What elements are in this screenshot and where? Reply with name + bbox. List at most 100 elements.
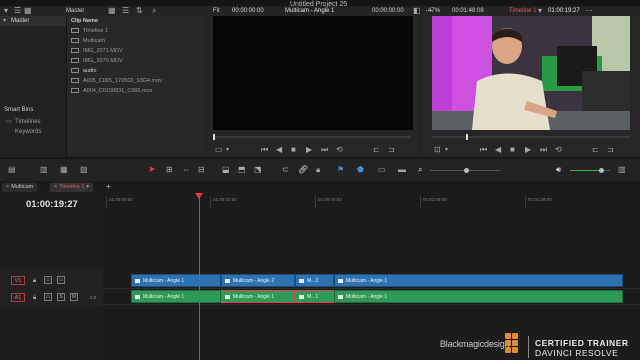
list-item[interactable]: Timeline 1 xyxy=(71,26,108,35)
list-item[interactable]: A005_C005_170502_93G4.mov xyxy=(71,76,162,85)
list-item[interactable]: A004_C0150831_C006.mov xyxy=(71,86,152,95)
chevron-down-icon[interactable]: ▾ xyxy=(4,7,8,15)
track-label[interactable]: V1 xyxy=(11,276,25,285)
layout-icon[interactable]: ▥ xyxy=(40,166,48,174)
reverse-icon[interactable]: ◀ xyxy=(495,146,501,154)
play-icon[interactable]: ▶ xyxy=(306,146,312,154)
grid-view-icon[interactable]: ▦ xyxy=(108,7,116,15)
zoom-custom-icon[interactable]: ⌕ xyxy=(418,166,422,174)
stop-icon[interactable]: ■ xyxy=(510,146,515,154)
list-item[interactable]: IMG_2070.MOV xyxy=(71,56,123,65)
viewer-mode-icon[interactable]: ⊡ xyxy=(434,146,441,154)
clip-name-column-header[interactable]: Clip Name xyxy=(71,18,98,24)
out-point-icon[interactable]: ⊐ xyxy=(607,146,614,154)
search-icon[interactable]: ⌕ xyxy=(152,7,156,15)
jump-start-icon[interactable]: ⏮ xyxy=(261,146,268,154)
auto-select-icon[interactable]: ▭ xyxy=(44,293,52,301)
lock-icon[interactable]: 🔒︎ xyxy=(33,277,36,285)
out-point-icon[interactable]: ⊐ xyxy=(388,146,395,154)
snapping-icon[interactable]: ⊂ xyxy=(282,166,289,174)
audio-clip[interactable]: M...1 xyxy=(295,290,334,303)
track-header-v1[interactable]: V1 🔒︎ ▭ ▭ xyxy=(0,272,103,288)
auto-select-icon[interactable]: ▭ xyxy=(44,276,52,284)
scrubber-handle[interactable] xyxy=(466,134,468,140)
marker-icon[interactable]: ⬟ xyxy=(357,166,364,174)
jump-start-icon[interactable]: ⏮ xyxy=(480,146,487,154)
reverse-icon[interactable]: ◀ xyxy=(276,146,282,154)
in-point-icon[interactable]: ⊏ xyxy=(592,146,599,154)
loop-icon[interactable]: ⟲ xyxy=(336,146,343,154)
flag-icon[interactable]: ⚑ xyxy=(337,166,344,174)
grid-view-icon[interactable]: ▦ xyxy=(24,7,32,15)
source-viewer-screen[interactable] xyxy=(213,16,413,130)
lock-icon[interactable]: 🔒︎ xyxy=(33,294,36,302)
mute-icon[interactable]: M xyxy=(70,293,78,301)
list-item[interactable]: Multicam xyxy=(71,36,105,45)
program-zoom[interactable]: 47% xyxy=(428,8,440,14)
video-clip[interactable]: Multicam - Angle 1 xyxy=(131,274,221,287)
playhead[interactable] xyxy=(199,193,200,360)
chevron-down-icon[interactable]: ▾ xyxy=(445,146,448,154)
solo-icon[interactable]: S xyxy=(57,293,65,301)
timeline-timecode[interactable]: 01:00:19:27 xyxy=(26,199,78,210)
bin-item-master[interactable]: ▾ Master xyxy=(0,16,66,26)
dynamic-trim-icon[interactable]: ⇔ xyxy=(182,166,190,174)
timeline-viewer-screen[interactable] xyxy=(432,16,630,130)
stop-icon[interactable]: ■ xyxy=(291,146,296,154)
trim-tool-icon[interactable]: ⊞ xyxy=(166,166,173,174)
linked-selection-icon[interactable]: 🔗︎ xyxy=(298,166,308,174)
replace-clip-icon[interactable]: ⬔ xyxy=(254,166,262,174)
zoom-detail-icon[interactable]: ▬ xyxy=(398,166,406,174)
slider-knob[interactable] xyxy=(464,168,469,173)
close-icon[interactable]: × xyxy=(54,184,57,190)
source-scrubber[interactable] xyxy=(213,134,411,140)
insert-clip-icon[interactable]: ⬓ xyxy=(222,166,230,174)
list-view-icon[interactable]: ☰ xyxy=(122,7,129,15)
chevron-down-icon[interactable]: ▾ xyxy=(538,7,542,15)
layout-icon[interactable]: ▧ xyxy=(80,166,88,174)
volume-icon[interactable]: 🔊︎ xyxy=(556,166,561,174)
program-timeline-name[interactable]: Timeline 1 xyxy=(509,8,536,14)
audio-meter-icon[interactable]: ▥ xyxy=(618,166,626,174)
video-clip[interactable]: Multicam - Angle 2 xyxy=(221,274,295,287)
loop-icon[interactable]: ⟲ xyxy=(555,146,562,154)
blade-tool-icon[interactable]: ⊟ xyxy=(198,166,205,174)
selection-tool-icon[interactable]: ➤ xyxy=(148,165,156,174)
video-clip[interactable]: M...3 xyxy=(295,274,334,287)
source-zoom[interactable]: Fit xyxy=(213,8,220,14)
tab-timeline-1[interactable]: × Timeline 1 ▾ xyxy=(50,183,94,192)
volume-slider[interactable] xyxy=(570,168,610,173)
scrubber-handle[interactable] xyxy=(213,134,215,140)
jump-end-icon[interactable]: ⏭ xyxy=(321,146,328,154)
source-clip-name[interactable]: Multicam - Angle 1 xyxy=(285,8,334,14)
track-visibility-icon[interactable]: ▭ xyxy=(57,276,65,284)
audio-clip[interactable]: Multicam - Angle 1 xyxy=(334,290,623,303)
timeline-scrubber[interactable] xyxy=(432,134,630,140)
sort-icon[interactable]: ⇅ xyxy=(136,7,143,15)
list-item[interactable]: audio xyxy=(71,66,96,75)
timeline-ruler[interactable]: 01:00:00:00 01:00:22:00 01:00:44:00 01:0… xyxy=(103,193,640,212)
play-icon[interactable]: ▶ xyxy=(525,146,531,154)
playhead-handle[interactable] xyxy=(195,193,203,199)
zoom-full-icon[interactable]: ▭ xyxy=(378,166,386,174)
position-lock-icon[interactable]: 🔒︎ xyxy=(316,166,320,174)
overwrite-clip-icon[interactable]: ⬒ xyxy=(238,166,246,174)
jump-end-icon[interactable]: ⏭ xyxy=(540,146,547,154)
timeline-options-icon[interactable]: ▤ xyxy=(8,166,16,174)
tab-multicam[interactable]: × Multicam xyxy=(2,183,38,192)
clip-view-icon[interactable]: ▭ xyxy=(215,146,223,154)
add-tab-icon[interactable]: + xyxy=(106,183,111,191)
close-icon[interactable]: × xyxy=(6,184,9,190)
track-label[interactable]: A1 xyxy=(11,293,25,302)
wipe-icon[interactable]: ◧ xyxy=(413,7,421,15)
slider-knob[interactable] xyxy=(599,168,604,173)
chevron-down-icon[interactable]: ▾ xyxy=(226,146,229,154)
list-view-icon[interactable]: ☰ xyxy=(14,7,21,15)
layout-icon[interactable]: ▦ xyxy=(60,166,68,174)
more-options-icon[interactable]: ⋯ xyxy=(585,7,593,15)
in-point-icon[interactable]: ⊏ xyxy=(373,146,380,154)
audio-clip[interactable]: Multicam - Angle 1 xyxy=(221,290,295,303)
video-clip[interactable]: Multicam - Angle 1 xyxy=(334,274,623,287)
track-header-a1[interactable]: A1 🔒︎ ▭ S M 2.0 xyxy=(0,289,103,305)
audio-clip[interactable]: Multicam - Angle 1 xyxy=(131,290,221,303)
